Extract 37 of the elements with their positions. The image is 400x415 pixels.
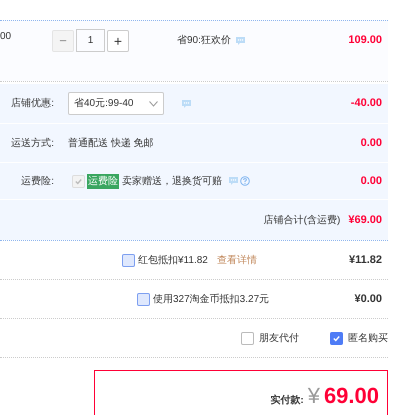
chat-icon[interactable]: [234, 36, 246, 46]
insurance-amount: 0.00: [360, 174, 382, 189]
chevron-down-icon: [149, 100, 158, 106]
check-icon: [74, 176, 83, 186]
row-label: 运送方式:: [10, 136, 55, 150]
deduction-text: 使用327淘金币抵扣3.27元: [153, 292, 270, 306]
help-icon[interactable]: [240, 176, 250, 186]
discount-select[interactable]: 省40元:99-40: [68, 92, 164, 115]
shipping-value: 普通配送 快递 免邮: [68, 136, 154, 150]
plus-button[interactable]: +: [107, 30, 129, 52]
currency-symbol: ¥: [308, 385, 320, 407]
shop-total-label: 店铺合计(含运费): [264, 214, 340, 228]
row-label: 运费险:: [20, 174, 55, 188]
promo-text: 省90:狂欢价: [177, 34, 231, 48]
checkbox[interactable]: [137, 292, 150, 306]
item-price: 109.00: [348, 33, 382, 48]
shipping-amount: 0.00: [360, 136, 382, 151]
checkbox[interactable]: [241, 332, 254, 344]
discount-amount: -40.00: [350, 96, 382, 112]
row-label: 店铺优惠:: [10, 96, 55, 111]
checkbox[interactable]: [330, 332, 343, 344]
shop-total-amount: ¥69.00: [348, 212, 382, 228]
option-label[interactable]: 匿名购买: [348, 330, 388, 346]
insurance-text: 卖家赠送，退换货可赔: [122, 174, 222, 188]
checkbox[interactable]: [122, 254, 135, 266]
deduction-text: 红包抵扣¥11.82: [138, 254, 208, 268]
chat-icon[interactable]: [228, 176, 239, 186]
insurance-tag: 运费险: [87, 174, 119, 188]
chat-icon[interactable]: [181, 98, 192, 108]
payment-amount: 69.00: [324, 385, 379, 407]
check-icon: [332, 334, 341, 342]
quantity-field[interactable]: 1: [76, 29, 105, 52]
deduction-amount: ¥11.82: [348, 252, 382, 268]
payment-label: 实付款:: [270, 393, 304, 408]
option-label[interactable]: 朋友代付: [259, 330, 299, 346]
price-text: 00: [0, 30, 12, 44]
deduction-amount: ¥0.00: [354, 292, 382, 307]
